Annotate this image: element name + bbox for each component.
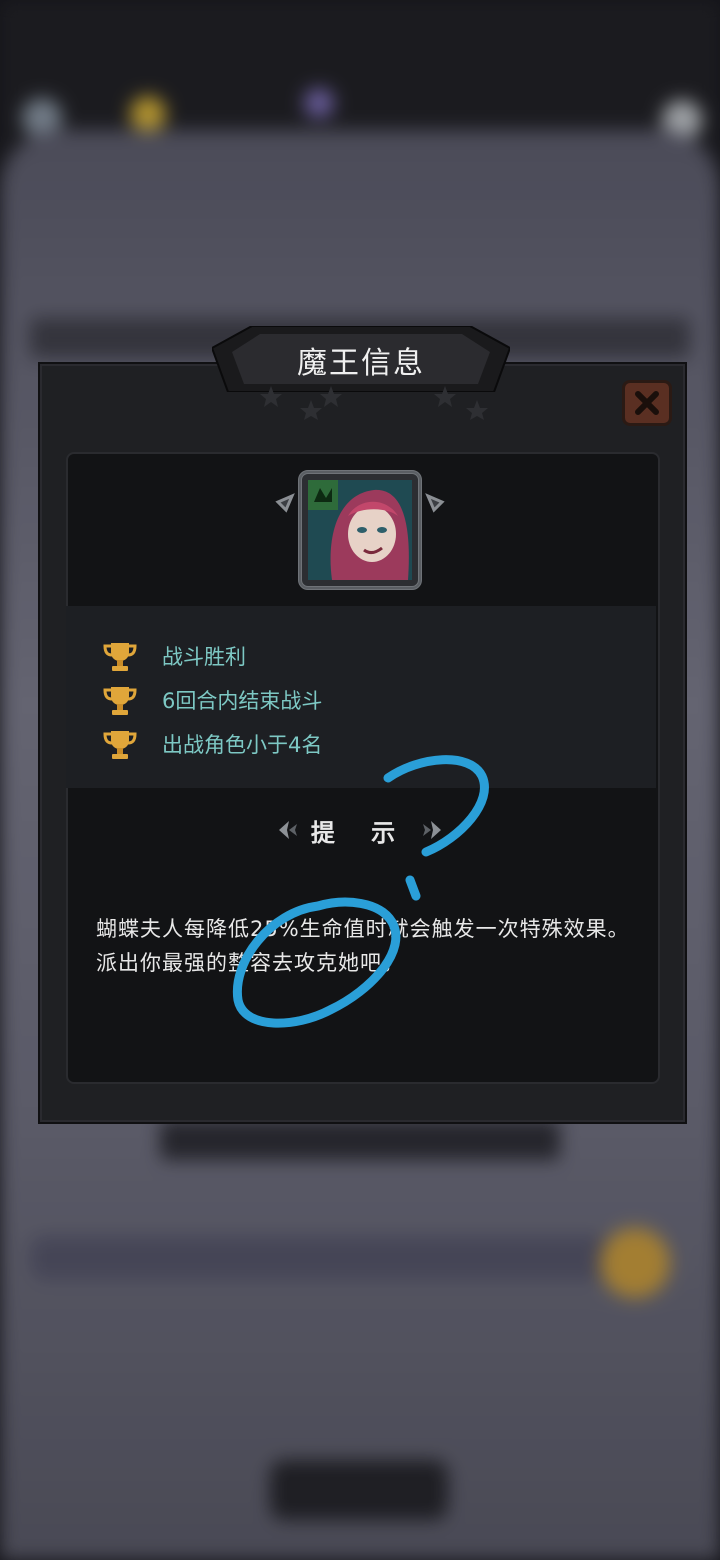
hand-drawn-annotation [232,755,489,1028]
